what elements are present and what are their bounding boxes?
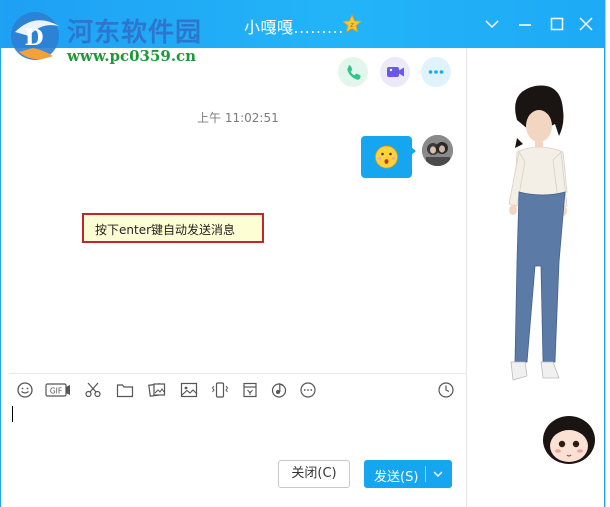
phone-call-button[interactable] (338, 57, 368, 87)
clock-icon[interactable] (437, 381, 455, 399)
window-title: 小嘎嘎......... (244, 18, 344, 37)
star-icon: z (342, 14, 362, 33)
avatar[interactable] (422, 135, 453, 166)
svg-text:z: z (350, 21, 354, 29)
close-button[interactable]: 关闭(C) (278, 460, 350, 488)
message-timestamp: 上午 11:02:51 (197, 111, 279, 125)
scissors-icon[interactable] (84, 381, 102, 399)
phone-call-icon (347, 65, 361, 80)
calendar-icon[interactable] (241, 381, 259, 399)
shake-icon[interactable] (211, 381, 229, 399)
message-bubble[interactable] (361, 136, 412, 178)
video-call-button[interactable] (380, 57, 410, 87)
maximize-icon[interactable] (545, 12, 569, 36)
music-icon[interactable] (270, 381, 288, 399)
send-button[interactable]: 发送(S) (364, 460, 452, 488)
watermark-url: www.pc0359.cn (67, 47, 197, 65)
close-icon[interactable] (574, 12, 598, 36)
background-window-edge (605, 0, 610, 507)
character-avatar-illustration (508, 85, 595, 464)
image-folder-icon[interactable] (148, 381, 166, 399)
watermark-site-name: 河东软件园 (67, 18, 203, 48)
svg-text:GIF: GIF (50, 387, 62, 396)
compose-input[interactable] (12, 406, 13, 422)
folder-icon[interactable] (116, 381, 134, 399)
minimize-icon[interactable] (513, 12, 537, 36)
more-options-button[interactable] (421, 57, 451, 87)
character-show-panel (466, 48, 604, 507)
svg-text:D: D (24, 25, 43, 51)
face-emoji-icon (375, 145, 398, 169)
enter-send-hint: 按下enter键自动发送消息 (82, 213, 264, 243)
more-icon (428, 70, 444, 74)
gif-icon[interactable]: GIF (45, 381, 71, 399)
chat-window: 小嘎嘎......... z 上午 11:02:51 按下enter键自动发送消… (0, 0, 605, 507)
bubble-tail (410, 146, 416, 156)
site-logo: D (11, 12, 59, 60)
emoji-icon[interactable] (16, 381, 34, 399)
send-options-chevron-icon[interactable] (431, 469, 445, 479)
video-call-icon (387, 67, 404, 77)
send-button-label: 发送(S) (374, 470, 419, 485)
chevron-down-icon[interactable] (480, 12, 504, 36)
more-dots-icon[interactable] (299, 381, 317, 399)
send-button-divider (425, 466, 426, 482)
input-divider (9, 373, 466, 374)
image-icon[interactable] (180, 381, 198, 399)
